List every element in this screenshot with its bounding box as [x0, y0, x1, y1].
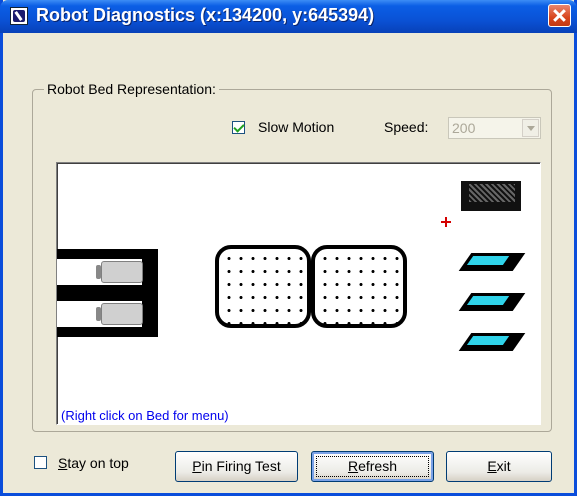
part-in-slot: [96, 261, 143, 283]
window-title: Robot Diagnostics (x:134200, y:645394): [36, 5, 375, 25]
feeder-tray: [458, 333, 526, 351]
bed-hint: (Right click on Bed for menu): [61, 408, 229, 423]
pin-plate: [311, 245, 407, 328]
speed-label: Speed:: [384, 119, 429, 135]
app-icon[interactable]: [10, 7, 28, 25]
holder-slot: [57, 259, 143, 285]
slow-motion-checkbox[interactable]: [232, 121, 245, 134]
pin-plate: [215, 245, 311, 328]
part-holder: [57, 249, 158, 337]
pin-firing-test-button[interactable]: Pin Firing Test: [175, 451, 298, 482]
part-in-slot: [96, 303, 143, 325]
speed-select[interactable]: 200: [448, 117, 541, 139]
slow-motion-label[interactable]: Slow Motion: [258, 119, 334, 135]
stay-on-top-checkbox[interactable]: [34, 456, 47, 469]
pin-firing-test-label: Pin Firing Test: [192, 458, 281, 474]
focus-rect: [316, 456, 429, 477]
exit-button[interactable]: Exit: [446, 451, 552, 482]
speed-value: 200: [452, 120, 476, 136]
robot-position-marker: [441, 217, 451, 227]
exit-label: Exit: [487, 458, 511, 474]
feeder-tray: [458, 253, 526, 271]
close-icon[interactable]: [548, 4, 571, 27]
group-label: Robot Bed Representation:: [44, 81, 219, 97]
holder-slot: [57, 301, 143, 327]
dropdown-arrow-icon[interactable]: [522, 119, 539, 137]
robot-bed-canvas[interactable]: (Right click on Bed for menu): [56, 162, 541, 425]
stay-on-top-label[interactable]: Stay on top: [58, 455, 129, 471]
title-bar[interactable]: Robot Diagnostics (x:134200, y:645394): [0, 0, 577, 33]
gripper-tool: [461, 181, 521, 211]
refresh-button[interactable]: Refresh: [311, 451, 434, 482]
feeder-tray: [458, 293, 526, 311]
